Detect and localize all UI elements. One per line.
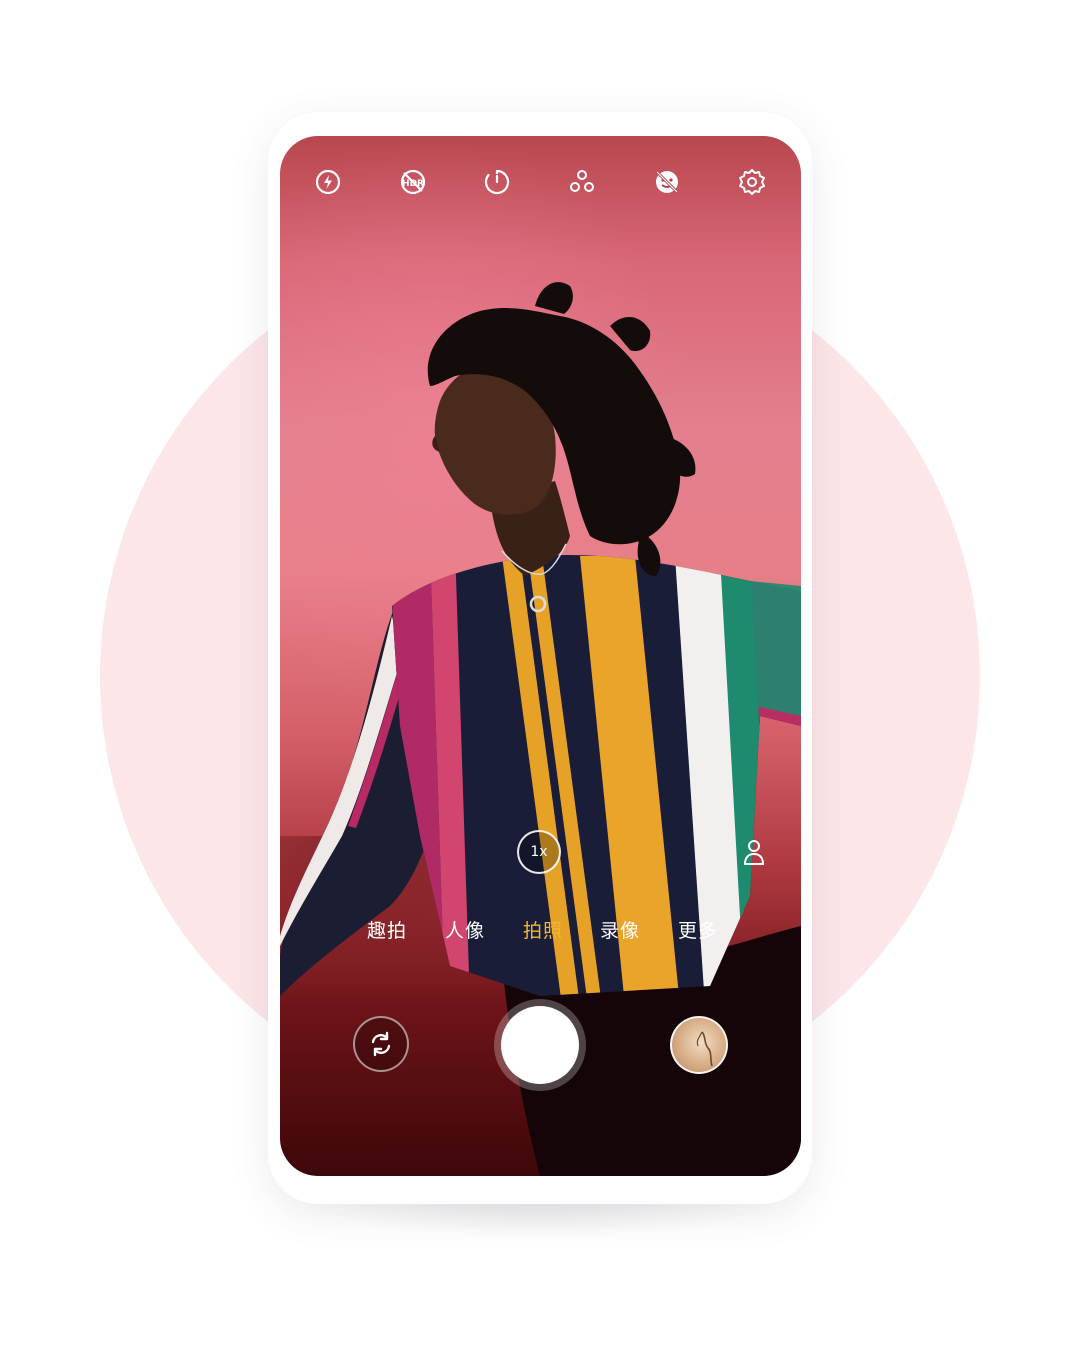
mode-item[interactable]: 趣拍 xyxy=(367,916,407,943)
mode-selector: 趣拍 人像 拍照 录像 更多 xyxy=(280,916,801,946)
phone-frame: HDR 1x 趣拍 人像 拍照 录像 更多 xyxy=(268,112,812,1204)
mode-item[interactable]: 录像 xyxy=(600,916,640,943)
camera-viewfinder[interactable]: HDR 1x 趣拍 人像 拍照 录像 更多 xyxy=(280,136,801,1176)
rotate-camera-icon xyxy=(371,1031,391,1057)
mode-item[interactable]: 更多 xyxy=(678,916,718,943)
timer-icon[interactable] xyxy=(477,162,517,202)
settings-icon[interactable] xyxy=(732,162,772,202)
gallery-thumbnail[interactable] xyxy=(670,1016,728,1074)
hdr-off-icon[interactable]: HDR xyxy=(393,162,433,202)
top-toolbar: HDR xyxy=(280,162,801,202)
zoom-label: 1x xyxy=(530,844,548,860)
portrait-person-icon[interactable] xyxy=(738,834,770,870)
mode-item[interactable]: 人像 xyxy=(445,916,485,943)
shutter-button[interactable] xyxy=(494,999,586,1091)
filter-icon[interactable] xyxy=(562,162,602,202)
shutter-inner xyxy=(501,1006,579,1084)
flash-auto-icon[interactable] xyxy=(308,162,348,202)
zoom-button[interactable]: 1x xyxy=(517,830,561,874)
thumbnail-image xyxy=(696,1031,713,1067)
mode-item-active[interactable]: 拍照 xyxy=(523,916,563,943)
switch-camera-button[interactable] xyxy=(353,1016,409,1072)
beauty-off-icon[interactable] xyxy=(647,162,687,202)
